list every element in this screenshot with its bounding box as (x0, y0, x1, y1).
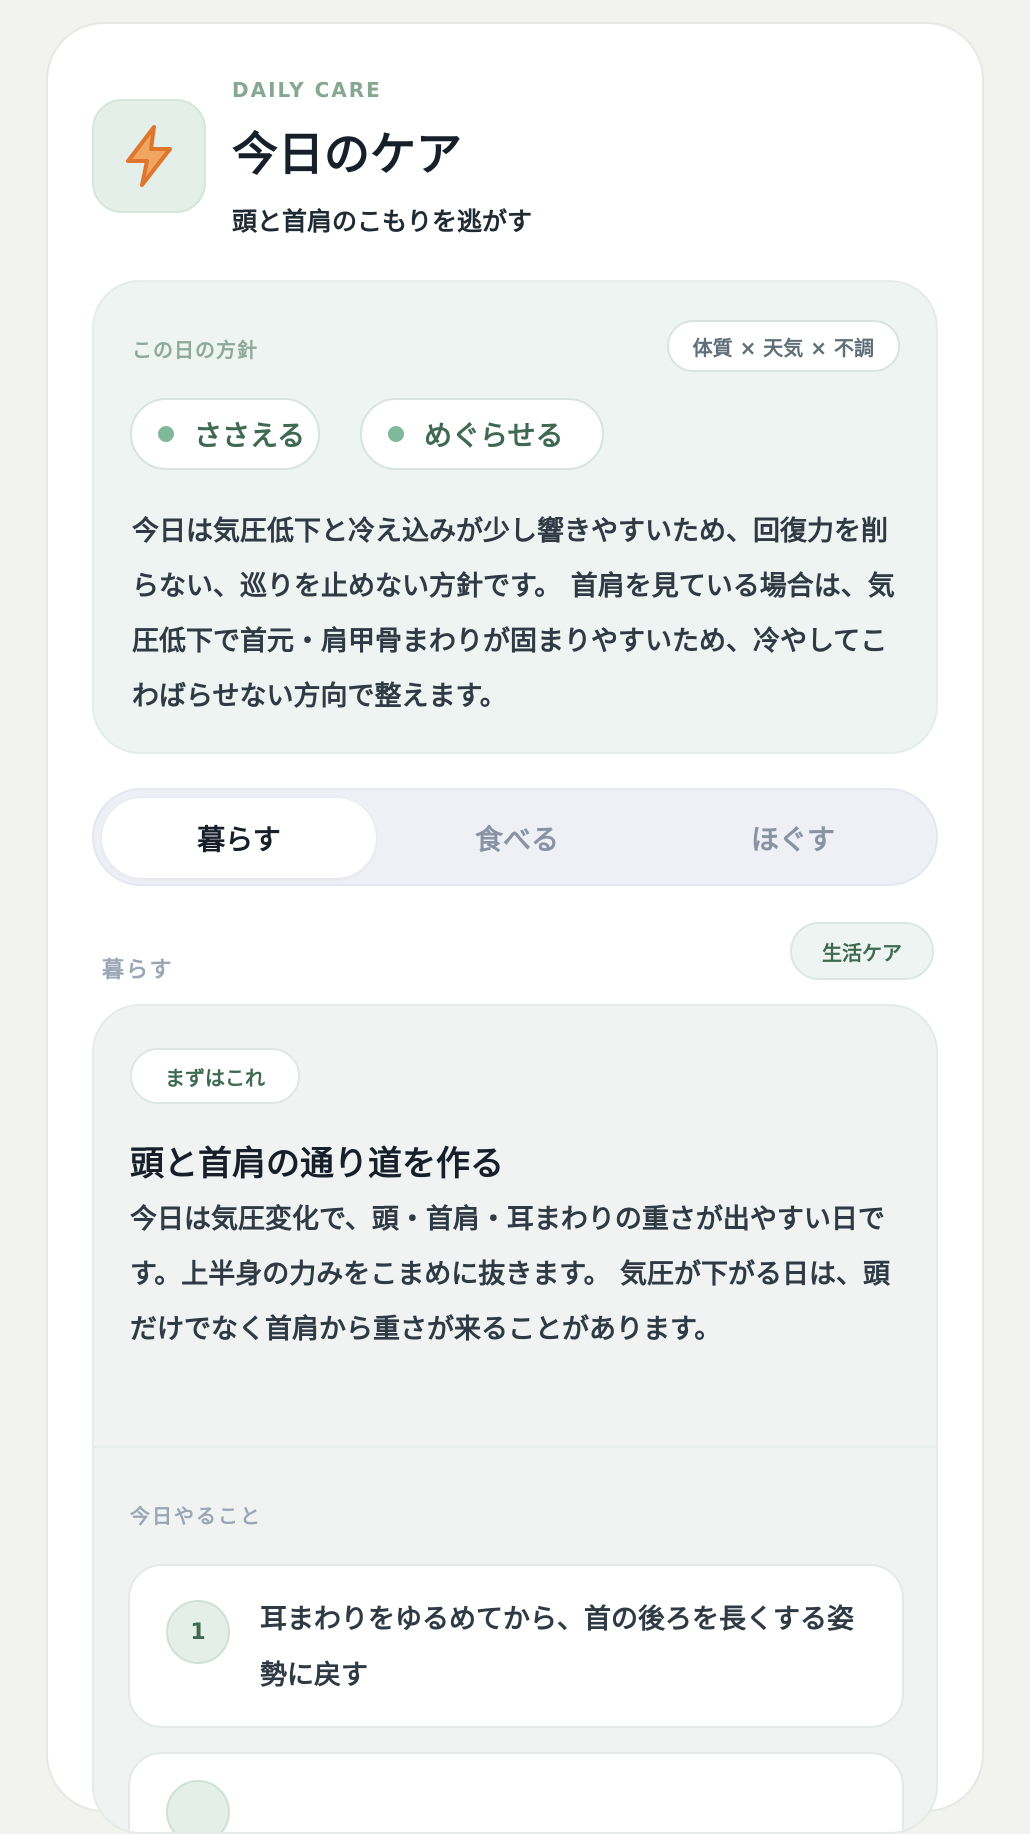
step-number: 1 (166, 1600, 230, 1664)
policy-label: この日の方針 (132, 338, 258, 362)
step-text: 耳まわりをゆるめてから、首の後ろを長くする姿勢に戻す (260, 1604, 854, 1691)
page-title: 今日のケア (232, 127, 462, 181)
tab-live[interactable]: 暮らす (102, 798, 376, 878)
category-tabs: 暮らす 食べる ほぐす (92, 788, 938, 886)
page-subtitle: 頭と首肩のこもりを逃がす (232, 207, 533, 236)
section-tag: 生活ケア (790, 922, 934, 980)
first-step-badge: まずはこれ (130, 1048, 300, 1104)
policy-chip-support: ささえる (130, 398, 320, 470)
policy-panel: この日の方針 体質 × 天気 × 不調 ささえる めぐらせる 今日は気圧低下と冷… (92, 280, 938, 754)
tab-eat[interactable]: 食べる (380, 798, 654, 878)
action-description: 今日は気圧変化で、頭・首肩・耳まわりの重さが出やすい日です。上半身の力みをこまめ… (130, 1204, 890, 1345)
section-label: 暮らす (102, 958, 174, 983)
eyebrow-label: DAILY CARE (232, 78, 382, 102)
action-title: 頭と首肩の通り道を作る (130, 1144, 504, 1184)
chip-label: ささえる (194, 419, 306, 452)
lightning-icon (92, 99, 206, 213)
policy-chip-circulate: めぐらせる (360, 398, 604, 470)
action-card: まずはこれ 頭と首肩の通り道を作る 今日は気圧変化で、頭・首肩・耳まわりの重さが… (92, 1004, 938, 1834)
dot-icon (158, 426, 174, 442)
todo-label: 今日やること (130, 1504, 262, 1528)
todo-step[interactable]: 1 耳まわりをゆるめてから、首の後ろを長くする姿勢に戻す (128, 1564, 904, 1728)
divider (94, 1446, 936, 1448)
policy-description: 今日は気圧低下と冷え込みが少し響きやすいため、回復力を削らない、巡りを止めない方… (132, 516, 895, 712)
step-number (166, 1780, 230, 1832)
factor-badge: 体質 × 天気 × 不調 (666, 320, 900, 372)
daily-care-card: DAILY CARE 今日のケア 頭と首肩のこもりを逃がす この日の方針 体質 … (46, 22, 984, 1834)
tab-loosen[interactable]: ほぐす (656, 798, 930, 878)
dot-icon (388, 426, 404, 442)
todo-step[interactable] (128, 1752, 904, 1832)
chip-label: めぐらせる (424, 419, 564, 452)
